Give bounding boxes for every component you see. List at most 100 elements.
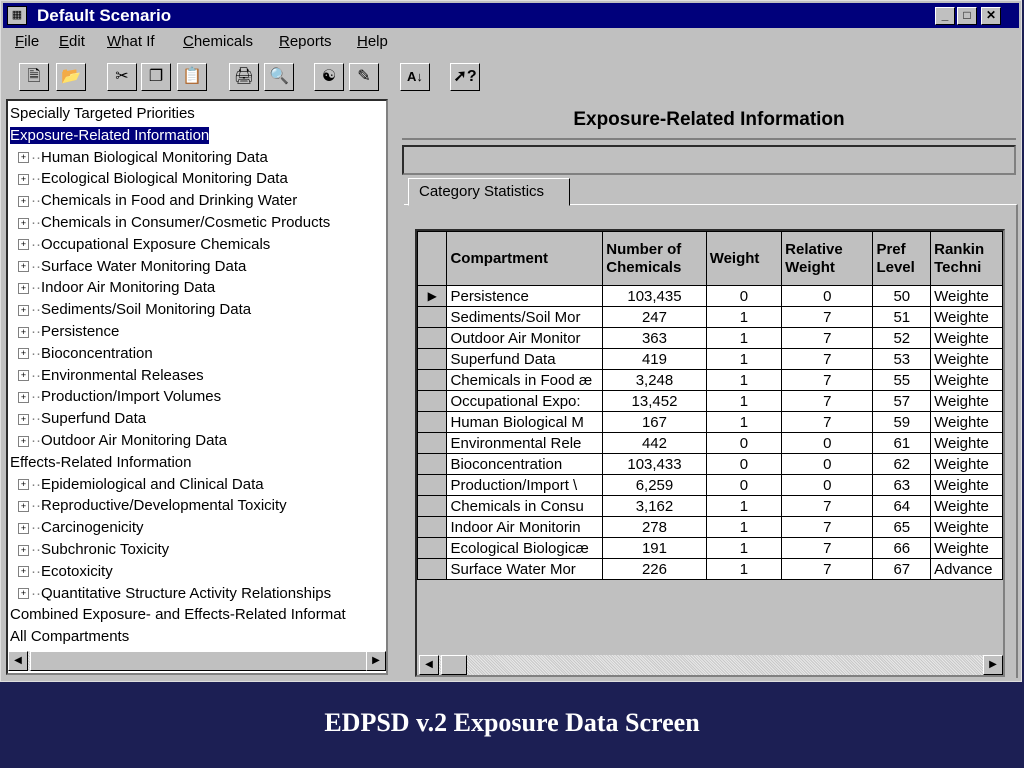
expand-plus-icon[interactable]: + (18, 391, 29, 403)
row-selector[interactable] (417, 327, 448, 349)
table-cell[interactable]: 65 (872, 516, 932, 538)
row-selector[interactable] (417, 306, 448, 328)
table-cell[interactable]: Production/Import \ (446, 474, 604, 496)
table-cell[interactable]: 3,162 (602, 495, 707, 517)
expand-plus-icon[interactable]: + (18, 195, 29, 207)
expand-plus-icon[interactable]: + (18, 173, 29, 185)
table-row[interactable]: Human Biological M 167 1 7 59 Weighte (417, 411, 1003, 433)
table-row[interactable]: Chemicals in Food æ 3,248 1 7 55 Weighte (417, 369, 1003, 391)
tree-item[interactable]: + ··Quantitative Structure Activity Relat… (10, 583, 331, 604)
table-row[interactable]: Indoor Air Monitorin 278 1 7 65 Weighte (417, 516, 1003, 538)
table-cell[interactable]: 0 (781, 453, 874, 475)
table-row[interactable]: Surface Water Mor 226 1 7 67 Advance (417, 558, 1003, 580)
table-cell[interactable]: 1 (705, 537, 783, 559)
title-bar[interactable]: ▦ Default Scenario _ □ ✕ (3, 3, 1019, 28)
tree-item[interactable]: + ··Subchronic Toxicity (10, 539, 169, 560)
table-cell[interactable]: 226 (602, 558, 707, 580)
table-cell[interactable]: 13,452 (602, 390, 707, 412)
tree-item[interactable]: Exposure-Related Information (10, 125, 210, 146)
table-cell[interactable]: Weighte (930, 432, 1003, 454)
app-icon[interactable]: ▦ (7, 6, 27, 25)
expand-plus-icon[interactable]: + (18, 261, 29, 273)
tree-item[interactable]: + ··Production/Import Volumes (10, 386, 221, 407)
statistics-grid[interactable]: Compartment Number of Chemicals Weight Relat… (415, 229, 1005, 677)
open-folder-icon[interactable]: 📂 (56, 63, 86, 91)
table-cell[interactable]: 0 (781, 432, 874, 454)
tree-item[interactable]: + ··Superfund Data (10, 408, 146, 429)
table-cell[interactable]: 52 (872, 327, 932, 349)
table-row[interactable]: Sediments/Soil Mor 247 1 7 51 Weighte (417, 306, 1003, 328)
tree-item[interactable]: + ··Reproductive/Developmental Toxicity (10, 495, 287, 516)
copy-icon[interactable]: ❐ (141, 63, 171, 91)
table-cell[interactable]: Weighte (930, 474, 1003, 496)
splitter[interactable] (390, 99, 400, 675)
table-cell[interactable]: Weighte (930, 537, 1003, 559)
table-cell[interactable]: 7 (781, 516, 874, 538)
table-cell[interactable]: 1 (705, 495, 783, 517)
table-cell[interactable]: 64 (872, 495, 932, 517)
menu-chemicals[interactable]: Chemicals (183, 33, 253, 50)
table-cell[interactable]: 63 (872, 474, 932, 496)
table-cell[interactable]: 7 (781, 411, 874, 433)
table-cell[interactable]: 419 (602, 348, 707, 370)
column-header[interactable]: Relative Weight (781, 231, 874, 286)
table-cell[interactable]: Chemicals in Consu (446, 495, 604, 517)
table-row[interactable]: ▶ Persistence 103,435 0 0 50 Weighte (417, 285, 1003, 307)
table-cell[interactable]: 62 (872, 453, 932, 475)
tree-item[interactable]: + ··Ecotoxicity (10, 561, 113, 582)
table-cell[interactable]: 67 (872, 558, 932, 580)
table-cell[interactable]: 57 (872, 390, 932, 412)
table-row[interactable]: Superfund Data 419 1 7 53 Weighte (417, 348, 1003, 370)
table-cell[interactable]: 66 (872, 537, 932, 559)
table-row[interactable]: Occupational Expo: 13,452 1 7 57 Weighte (417, 390, 1003, 412)
table-cell[interactable]: Weighte (930, 411, 1003, 433)
find-binoculars-icon[interactable]: ☯ (314, 63, 344, 91)
expand-plus-icon[interactable]: + (18, 370, 29, 382)
expand-plus-icon[interactable]: + (18, 217, 29, 229)
table-cell[interactable]: 1 (705, 348, 783, 370)
cut-icon[interactable]: ✂ (107, 63, 137, 91)
row-selector[interactable] (417, 411, 448, 433)
expand-plus-icon[interactable]: + (18, 566, 29, 578)
table-cell[interactable]: 0 (781, 474, 874, 496)
tree-item[interactable]: Combined Exposure- and Effects-Related I… (10, 604, 346, 625)
tree-item[interactable]: Effects-Related Information (10, 452, 191, 473)
table-cell[interactable]: Weighte (930, 495, 1003, 517)
table-cell[interactable]: 191 (602, 537, 707, 559)
grid-horizontal-scrollbar[interactable]: ◀ ▶ (419, 655, 1003, 675)
table-cell[interactable]: 7 (781, 537, 874, 559)
table-cell[interactable]: Human Biological M (446, 411, 604, 433)
table-cell[interactable]: Weighte (930, 390, 1003, 412)
tree-horizontal-scrollbar[interactable]: ◀ ▶ (8, 651, 386, 671)
table-cell[interactable]: Weighte (930, 453, 1003, 475)
menu-what-if[interactable]: What If (107, 33, 155, 50)
table-cell[interactable]: 363 (602, 327, 707, 349)
scroll-thumb[interactable] (30, 651, 370, 671)
row-selector[interactable] (417, 474, 448, 496)
table-cell[interactable]: 167 (602, 411, 707, 433)
table-cell[interactable]: 0 (705, 285, 783, 307)
table-cell[interactable]: Indoor Air Monitorin (446, 516, 604, 538)
tree-item[interactable]: + ··Sediments/Soil Monitoring Data (10, 299, 251, 320)
tree-item[interactable]: + ··Surface Water Monitoring Data (10, 256, 246, 277)
table-cell[interactable]: 0 (781, 285, 874, 307)
table-cell[interactable]: 7 (781, 327, 874, 349)
tree-item[interactable]: + ··Outdoor Air Monitoring Data (10, 430, 227, 451)
table-cell[interactable]: 51 (872, 306, 932, 328)
category-tree[interactable]: Specially Targeted Priorities Exposure-Re… (6, 99, 388, 675)
table-cell[interactable]: 7 (781, 495, 874, 517)
table-cell[interactable]: Sediments/Soil Mor (446, 306, 604, 328)
expand-plus-icon[interactable]: + (18, 326, 29, 338)
tree-item[interactable]: + ··Persistence (10, 321, 119, 342)
table-cell[interactable]: 7 (781, 390, 874, 412)
row-selector[interactable] (417, 348, 448, 370)
table-cell[interactable]: Superfund Data (446, 348, 604, 370)
expand-plus-icon[interactable]: + (18, 152, 29, 164)
table-cell[interactable]: 0 (705, 432, 783, 454)
table-cell[interactable]: Environmental Rele (446, 432, 604, 454)
menu-file[interactable]: File (15, 33, 39, 50)
table-row[interactable]: Ecological Biologicæ 191 1 7 66 Weighte (417, 537, 1003, 559)
table-cell[interactable]: 61 (872, 432, 932, 454)
paste-icon[interactable]: 📋 (177, 63, 207, 91)
tree-item[interactable]: + ··Epidemiological and Clinical Data (10, 474, 264, 495)
